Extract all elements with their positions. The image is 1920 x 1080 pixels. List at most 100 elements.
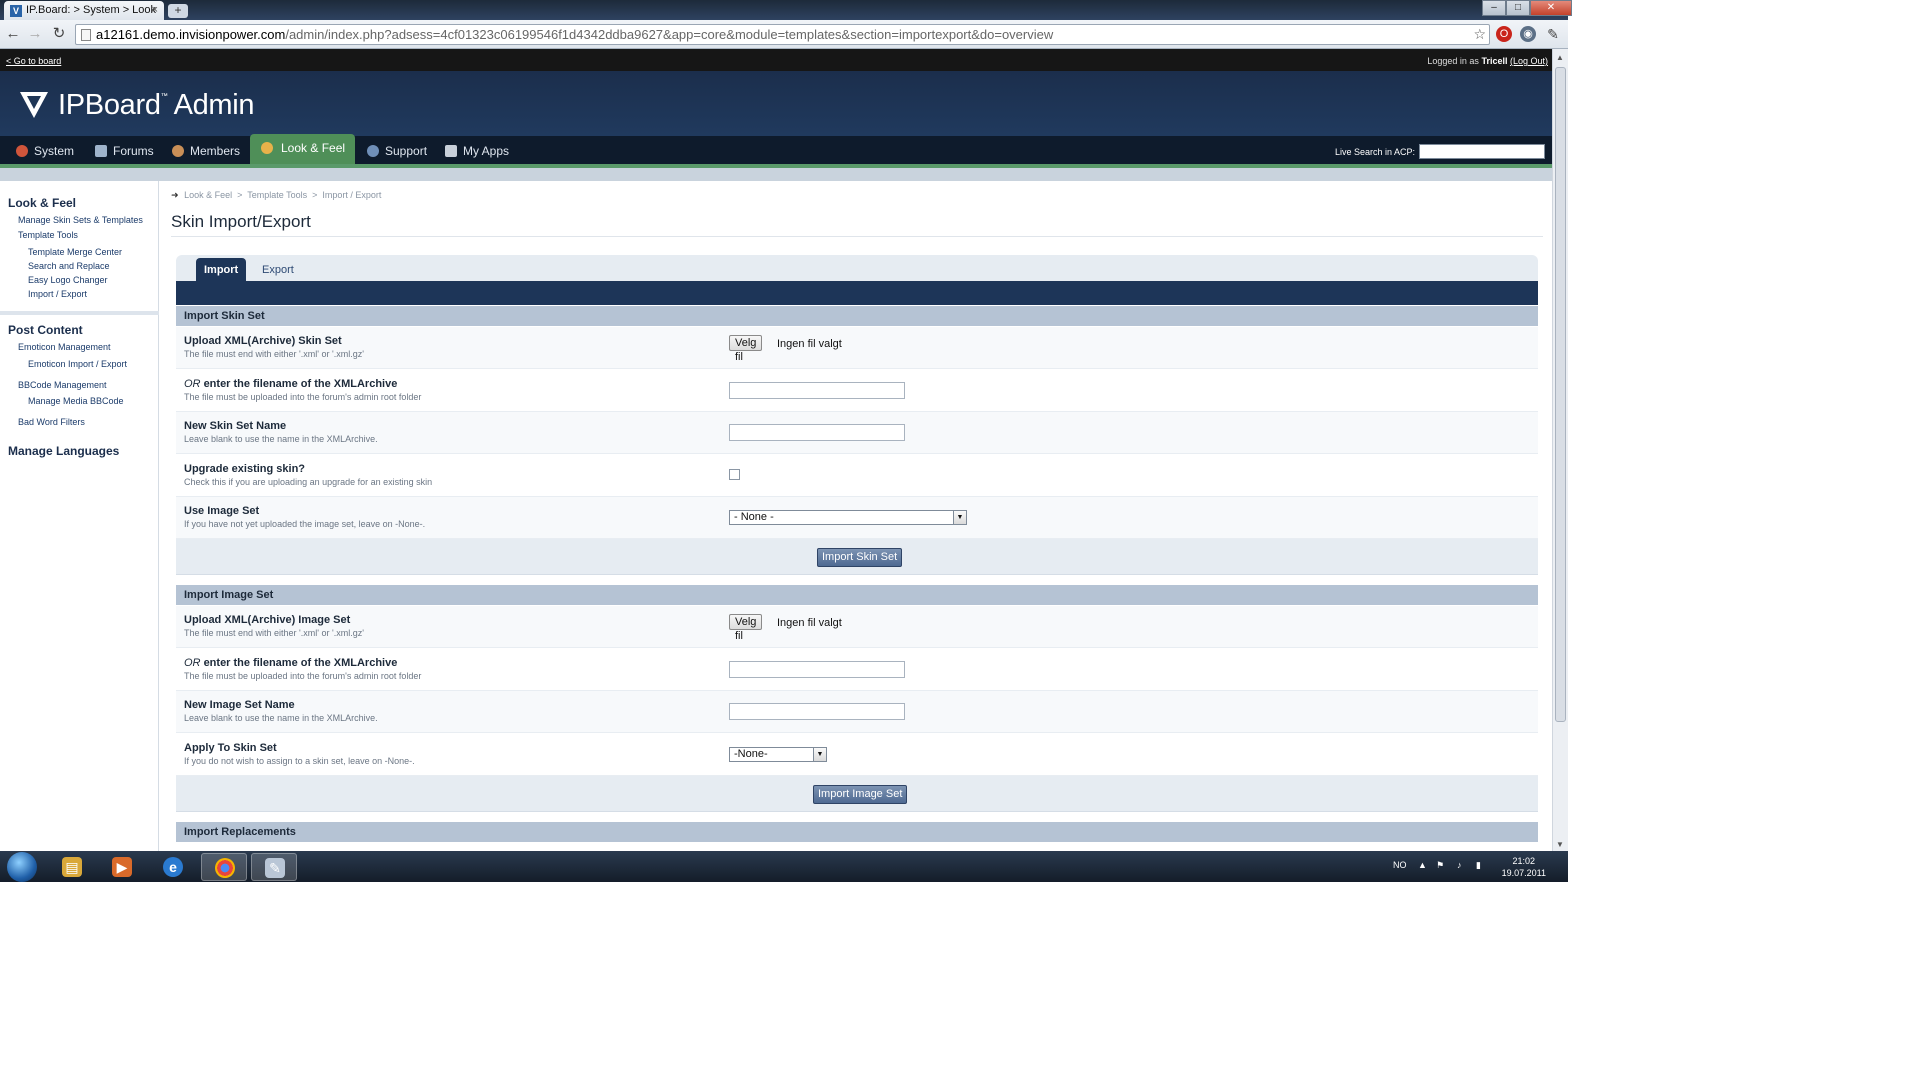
brand-logo[interactable]: IPBoard™ Admin <box>58 89 255 122</box>
logout-link[interactable]: (Log Out) <box>1510 56 1548 66</box>
image-set-select[interactable]: - None - ▼ <box>729 510 967 525</box>
sidebar-item-bbcode-mgmt[interactable]: BBCode Management <box>18 380 107 390</box>
apply-skin-set-select[interactable]: -None- ▼ <box>729 747 827 762</box>
system-clock[interactable]: 21:02 19.07.2011 <box>1502 855 1546 879</box>
folder-icon: ▤ <box>62 857 82 877</box>
choose-file-button[interactable]: Velg fil <box>729 614 763 642</box>
tab-export[interactable]: Export <box>254 258 302 281</box>
row-image-filename: OR enter the filename of the XMLArchive … <box>176 649 1538 691</box>
breadcrumb-item[interactable]: Import / Export <box>322 190 381 200</box>
wrench-icon[interactable]: ✎ <box>1545 26 1561 42</box>
taskbar-chrome[interactable] <box>201 853 247 881</box>
close-window-button[interactable]: ✕ <box>1530 0 1572 16</box>
skin-filename-input[interactable] <box>729 382 905 399</box>
sidebar-section-manage-languages[interactable]: Manage Languages <box>8 444 119 458</box>
nav-tab-label: Look & Feel <box>281 141 346 155</box>
opera-extension-icon[interactable]: O <box>1496 26 1512 42</box>
sidebar-item-import-export[interactable]: Import / Export <box>28 289 87 299</box>
taskbar-explorer[interactable]: ▤ <box>49 853 95 881</box>
sidebar-section-look-feel: Look & Feel <box>8 196 77 210</box>
row-new-skin-name: New Skin Set Name Leave blank to use the… <box>176 412 1538 454</box>
nav-tab-look-and-feel[interactable]: Look & Feel <box>250 134 356 164</box>
sidebar-item-emoticon-mgmt[interactable]: Emoticon Management <box>18 342 111 352</box>
sidebar-item-search-replace[interactable]: Search and Replace <box>28 261 110 271</box>
address-bar[interactable]: a12161.demo.invisionpower.com/admin/inde… <box>75 24 1490 45</box>
sidebar-item-bad-word[interactable]: Bad Word Filters <box>18 417 85 427</box>
browser-toolbar: ← → ↻ a12161.demo.invisionpower.com/admi… <box>0 20 1568 49</box>
breadcrumb-item[interactable]: Template Tools <box>247 190 307 200</box>
nav-tab-support[interactable]: Support <box>363 136 427 164</box>
live-search-input[interactable] <box>1419 144 1545 159</box>
import-skin-set-button[interactable]: Import Skin Set <box>817 548 903 567</box>
forums-icon <box>95 145 107 157</box>
tab-close-icon[interactable]: × <box>152 4 158 16</box>
browser-tab[interactable]: V IP.Board: > System > Look × <box>4 1 164 20</box>
back-icon[interactable]: ← <box>4 25 22 43</box>
sidebar-item-media-bbcode[interactable]: Manage Media BBCode <box>28 396 124 406</box>
new-skin-name-input[interactable] <box>729 424 905 441</box>
extension-icon[interactable]: ◉ <box>1520 26 1536 42</box>
scroll-down-icon[interactable]: ▼ <box>1556 840 1564 849</box>
logged-in-user[interactable]: Tricell <box>1481 56 1507 66</box>
bookmark-star-icon[interactable]: ☆ <box>1473 25 1486 44</box>
file-status: Ingen fil valgt <box>777 617 842 629</box>
start-button[interactable] <box>7 852 37 882</box>
main-navigation: System Forums Members Look & Feel Suppor… <box>0 134 1552 168</box>
network-icon[interactable]: ▮ <box>1476 860 1481 871</box>
nav-tab-my-apps[interactable]: My Apps <box>441 136 509 164</box>
sidebar-item-template-merge[interactable]: Template Merge Center <box>28 247 122 257</box>
import-image-set-button[interactable]: Import Image Set <box>813 785 908 804</box>
new-tab-button[interactable]: + <box>168 4 188 18</box>
page-scrollbar[interactable]: ▲ ▼ <box>1552 49 1568 851</box>
sidebar-section-post-content: Post Content <box>8 323 83 337</box>
nav-tab-label: Forums <box>113 144 154 158</box>
action-center-flag-icon[interactable]: ⚑ <box>1436 860 1444 871</box>
system-icon <box>16 145 28 157</box>
reload-icon[interactable]: ↻ <box>50 25 68 43</box>
tray-expand-icon[interactable]: ▲ <box>1418 860 1427 870</box>
field-description: If you have not yet uploaded the image s… <box>184 519 426 529</box>
sidebar-item-manage-skin-sets[interactable]: Manage Skin Sets & Templates <box>18 215 143 225</box>
field-description: Check this if you are uploading an upgra… <box>184 477 433 487</box>
forward-icon[interactable]: → <box>26 25 44 43</box>
ipboard-favicon-icon: V <box>10 5 22 17</box>
nav-tab-members[interactable]: Members <box>168 136 240 164</box>
upgrade-skin-checkbox[interactable] <box>729 469 740 480</box>
field-label: OR enter the filename of the XMLArchive <box>184 378 397 390</box>
taskbar-paint[interactable]: ✎ <box>251 853 297 881</box>
row-new-image-name: New Image Set Name Leave blank to use th… <box>176 691 1538 733</box>
brand-tm: ™ <box>160 93 168 100</box>
tab-import[interactable]: Import <box>196 258 247 281</box>
new-image-name-input[interactable] <box>729 703 905 720</box>
nav-tab-forums[interactable]: Forums <box>91 136 154 164</box>
nav-tab-system[interactable]: System <box>12 136 74 164</box>
scroll-up-icon[interactable]: ▲ <box>1556 53 1564 62</box>
maximize-button[interactable]: □ <box>1506 0 1530 16</box>
admin-topbar: < Go to board Logged in as Tricell (Log … <box>0 49 1552 71</box>
choose-file-button[interactable]: Velg fil <box>729 335 763 363</box>
sidebar-item-easy-logo[interactable]: Easy Logo Changer <box>28 275 108 285</box>
volume-icon[interactable]: ♪ <box>1457 860 1462 870</box>
language-indicator[interactable]: NO <box>1393 860 1407 870</box>
breadcrumb-separator: > <box>237 190 243 200</box>
nav-tab-label: Support <box>385 144 428 158</box>
taskbar-internet-explorer[interactable]: e <box>150 853 196 881</box>
field-description: Leave blank to use the name in the XMLAr… <box>184 434 378 444</box>
taskbar-media-player[interactable]: ▶ <box>99 853 145 881</box>
sidebar-item-template-tools[interactable]: Template Tools <box>18 230 78 240</box>
help-icon <box>367 145 379 157</box>
field-label: New Skin Set Name <box>184 420 287 432</box>
main-content: ➜ Look & Feel > Template Tools > Import … <box>159 181 1552 851</box>
minimize-button[interactable]: – <box>1482 0 1506 16</box>
page-title: Skin Import/Export <box>171 212 311 231</box>
sidebar-item-emoticon-import-export[interactable]: Emoticon Import / Export <box>28 359 127 369</box>
scroll-thumb[interactable] <box>1555 67 1566 722</box>
image-filename-input[interactable] <box>729 661 905 678</box>
apps-icon <box>445 145 457 157</box>
breadcrumb-item[interactable]: Look & Feel <box>184 190 232 200</box>
field-label: New Image Set Name <box>184 699 295 711</box>
palette-icon <box>261 142 273 154</box>
field-label: Upload XML(Archive) Image Set <box>184 614 351 626</box>
go-to-board-link[interactable]: < Go to board <box>6 56 61 66</box>
logged-in-status: Logged in as Tricell (Log Out) <box>1427 56 1548 66</box>
